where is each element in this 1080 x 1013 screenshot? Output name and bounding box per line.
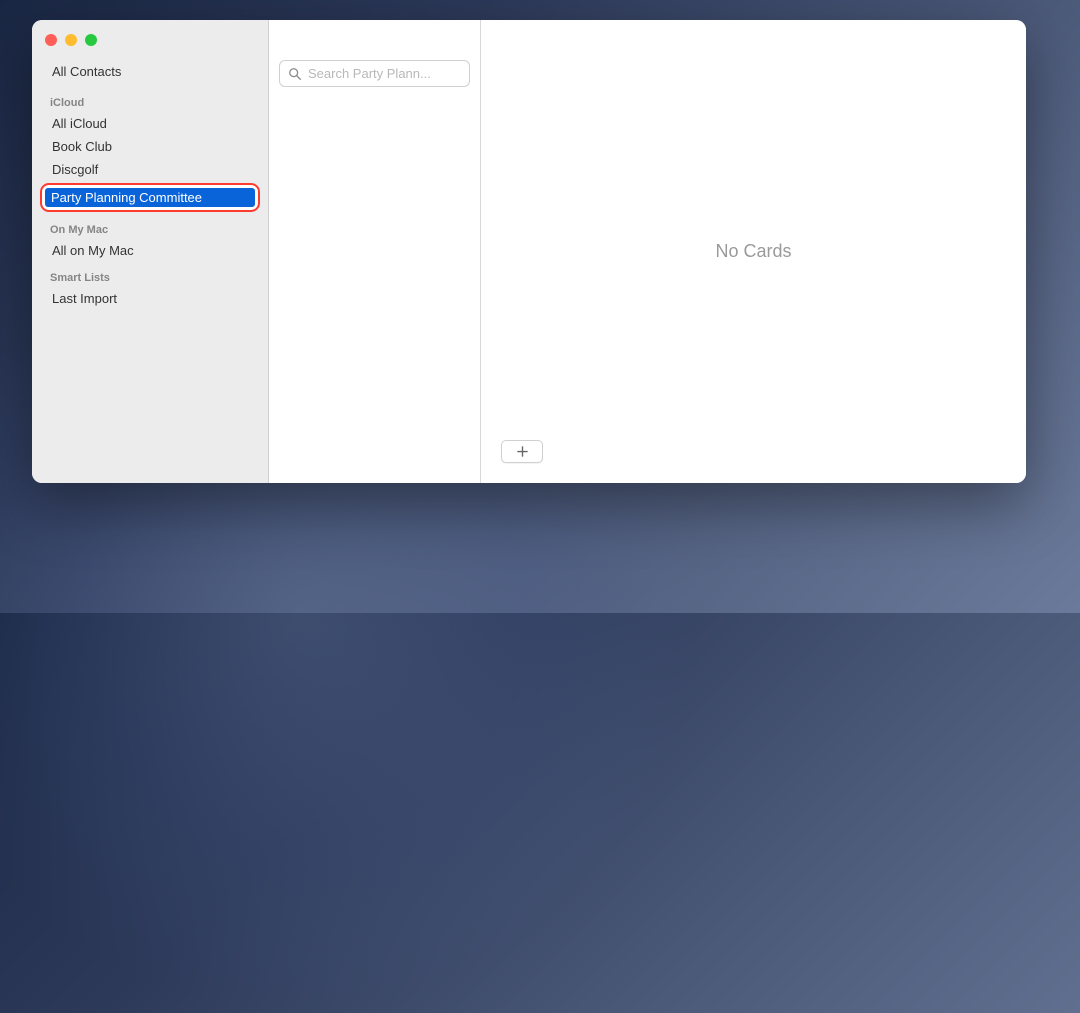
sidebar-item-discgolf[interactable]: Discgolf: [32, 158, 268, 181]
empty-state-message: No Cards: [715, 241, 791, 262]
sidebar-item-last-import[interactable]: Last Import: [32, 287, 268, 310]
maximize-window-button[interactable]: [85, 34, 97, 46]
sidebar-item-book-club[interactable]: Book Club: [32, 135, 268, 158]
group-name-input[interactable]: [45, 188, 255, 207]
contact-detail-pane: No Cards: [481, 20, 1026, 483]
window-controls: [32, 30, 268, 60]
contacts-list-pane: [269, 20, 481, 483]
close-window-button[interactable]: [45, 34, 57, 46]
sidebar-item-all-on-my-mac[interactable]: All on My Mac: [32, 239, 268, 262]
section-header-on-my-mac: On My Mac: [32, 214, 268, 239]
section-header-smart-lists: Smart Lists: [32, 262, 268, 287]
section-header-icloud: iCloud: [32, 87, 268, 112]
sidebar-item-editing[interactable]: [40, 183, 260, 212]
plus-icon: [517, 446, 528, 457]
search-icon: [288, 67, 302, 81]
sidebar-item-all-icloud[interactable]: All iCloud: [32, 112, 268, 135]
contacts-window: All Contacts iCloud All iCloud Book Club…: [32, 20, 1026, 483]
minimize-window-button[interactable]: [65, 34, 77, 46]
add-contact-button[interactable]: [501, 440, 543, 463]
search-field-wrapper[interactable]: [279, 60, 470, 87]
sidebar-item-all-contacts[interactable]: All Contacts: [32, 60, 268, 87]
sidebar: All Contacts iCloud All iCloud Book Club…: [32, 20, 269, 483]
search-input[interactable]: [308, 66, 461, 81]
